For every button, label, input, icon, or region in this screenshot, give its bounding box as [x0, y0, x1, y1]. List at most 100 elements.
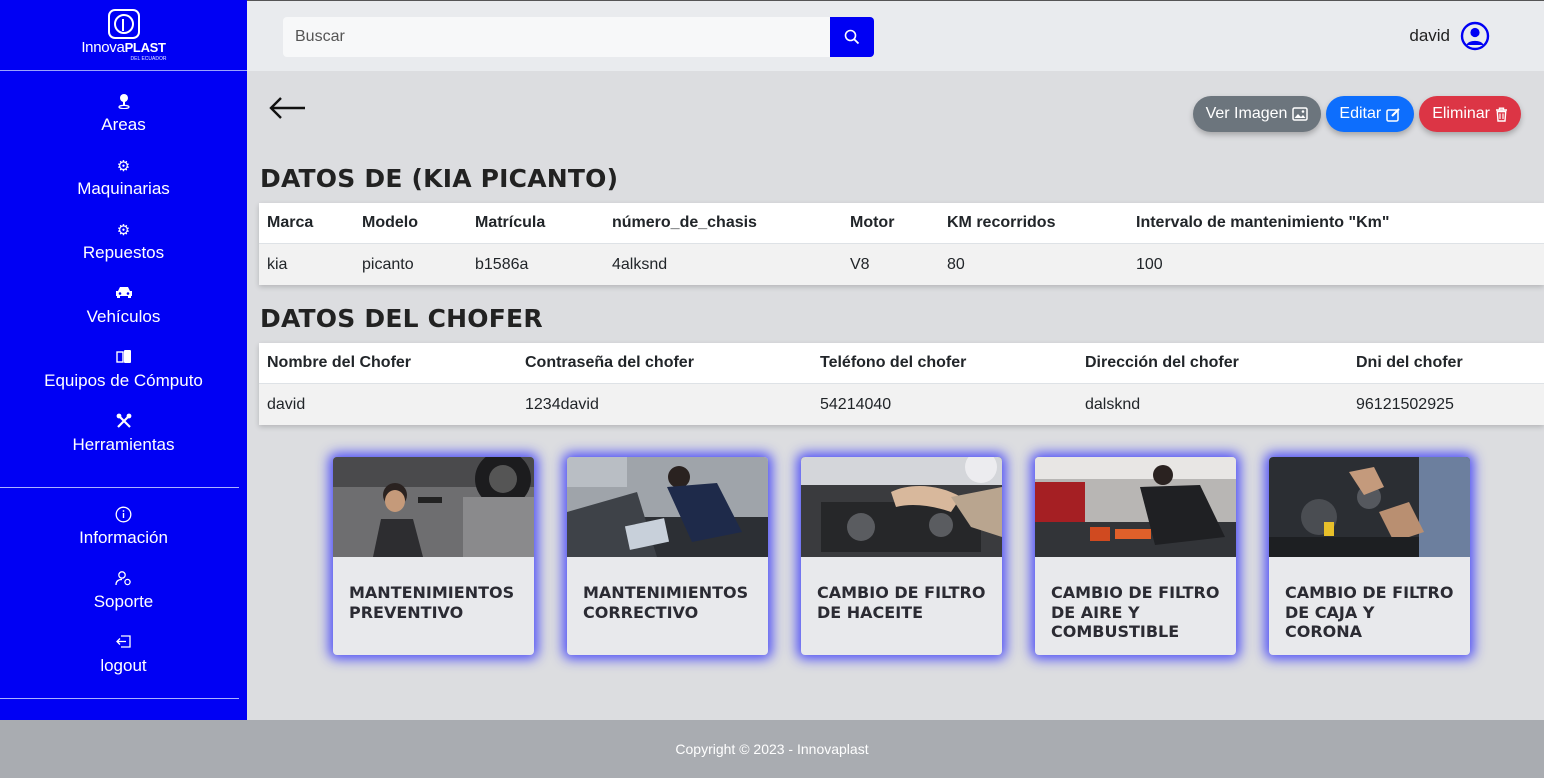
mechanic-engine-photo [1035, 457, 1236, 557]
devices-icon [115, 349, 132, 367]
card-title: CAMBIO DE FILTRO DE AIRE Y COMBUSTIBLE [1051, 583, 1220, 641]
sidebar-item-repuestos[interactable]: ⚙ Repuestos [0, 221, 247, 285]
gear-icon: ⚙ [116, 221, 131, 239]
table-header-row: Marca Modelo Matrícula número_de_chasis … [259, 203, 1544, 244]
copyright-text: Copyright © 2023 - Innovaplast [675, 741, 869, 757]
user-menu[interactable]: david [1409, 21, 1490, 51]
card-gearbox-filter-change[interactable]: CAMBIO DE FILTRO DE CAJA Y CORONA [1269, 457, 1470, 655]
brand-subtitle: DEL ECUADOR [130, 55, 167, 62]
table-header-row: Nombre del Chofer Contraseña del chofer … [259, 343, 1544, 384]
card-title: CAMBIO DE FILTRO DE HACEITE [817, 583, 986, 622]
user-name: david [1409, 26, 1450, 45]
table-cell: 1234david [525, 395, 599, 413]
sidebar-item-maquinarias[interactable]: ⚙ Maquinarias [0, 157, 247, 221]
delete-label: Eliminar [1432, 105, 1490, 122]
support-icon [115, 570, 132, 588]
back-button[interactable] [268, 93, 308, 123]
sidebar-item-label: Maquinarias [77, 179, 170, 198]
pin-icon [117, 93, 131, 111]
search-input[interactable] [283, 17, 830, 57]
table-cell: V8 [850, 255, 870, 273]
sidebar-item-label: Areas [101, 115, 146, 134]
search-button[interactable] [830, 17, 874, 57]
card-preventive-maintenance[interactable]: MANTENIMIENTOS PREVENTIVO [333, 457, 534, 655]
arrow-left-icon [269, 97, 305, 119]
sidebar-item-informacion[interactable]: Información [0, 506, 247, 570]
column-header: Intervalo de mantenimiento "Km" [1136, 214, 1390, 231]
car-icon [115, 285, 133, 303]
search-icon [844, 29, 860, 45]
mechanic-under-car-photo [333, 457, 534, 557]
table-cell: david [267, 395, 306, 413]
vehicle-section-title: DATOS DE (KIA PICANTO) [260, 164, 619, 193]
column-header: Dirección del chofer [1085, 354, 1239, 371]
table-cell: 80 [947, 255, 965, 273]
column-header: KM recorridos [947, 214, 1056, 231]
maintenance-cards: MANTENIMIENTOS PREVENTIVO MANTENIMIENTOS… [333, 457, 1470, 655]
logout-icon [115, 634, 132, 652]
column-header: número_de_chasis [612, 214, 757, 231]
info-icon [115, 506, 132, 524]
sidebar: InnovaPLAST DEL ECUADOR Areas ⚙ Maquinar… [0, 0, 247, 720]
search-bar [283, 17, 874, 57]
driver-section-title: DATOS DEL CHOFER [260, 304, 543, 333]
view-image-label: Ver Imagen [1205, 105, 1288, 122]
sidebar-divider [0, 698, 239, 699]
trash-icon [1496, 107, 1507, 122]
card-oil-filter-change[interactable]: CAMBIO DE FILTRO DE HACEITE [801, 457, 1002, 655]
table-cell: b1586a [475, 255, 529, 273]
topbar: david [247, 0, 1544, 71]
user-avatar-icon [1460, 21, 1490, 51]
action-buttons: Ver Imagen Editar Eliminar [1192, 96, 1521, 132]
sidebar-item-label: Herramientas [72, 435, 175, 454]
column-header: Motor [850, 214, 895, 231]
sidebar-item-logout[interactable]: logout [0, 634, 247, 698]
footer: Copyright © 2023 - Innovaplast [0, 720, 1544, 778]
table-cell: 54214040 [820, 395, 892, 413]
column-header: Teléfono del chofer [820, 354, 967, 371]
sidebar-item-label: Información [79, 528, 168, 547]
tools-icon [116, 413, 132, 431]
column-header: Matrícula [475, 214, 546, 231]
column-header: Contraseña del chofer [525, 354, 694, 371]
sidebar-item-equipos[interactable]: Equipos de Cómputo [0, 349, 247, 413]
card-title: MANTENIMIENTOS CORRECTIVO [583, 583, 749, 622]
engine-hands-closeup-photo [1269, 457, 1470, 557]
edit-button[interactable]: Editar [1326, 96, 1415, 132]
sidebar-item-label: Equipos de Cómputo [44, 371, 203, 390]
sidebar-item-areas[interactable]: Areas [0, 93, 247, 157]
table-cell: dalsknd [1085, 395, 1141, 413]
column-header: Nombre del Chofer [267, 354, 412, 371]
table-row: david 1234david 54214040 dalsknd 9612150… [259, 384, 1544, 425]
driver-table: Nombre del Chofer Contraseña del chofer … [259, 343, 1544, 425]
view-image-button[interactable]: Ver Imagen [1192, 96, 1322, 132]
sidebar-item-herramientas[interactable]: Herramientas [0, 413, 247, 477]
column-header: Dni del chofer [1356, 354, 1463, 371]
card-title: MANTENIMIENTOS PREVENTIVO [349, 583, 515, 622]
gear-icon: ⚙ [116, 157, 131, 175]
table-cell: kia [267, 255, 288, 273]
vehicle-table: Marca Modelo Matrícula número_de_chasis … [259, 203, 1544, 285]
mechanic-laptop-engine-photo [567, 457, 768, 557]
column-header: Marca [267, 214, 314, 231]
sidebar-divider [0, 487, 239, 488]
sidebar-item-label: Soporte [93, 592, 154, 611]
table-cell: picanto [362, 255, 414, 273]
table-cell: 4alksnd [612, 255, 668, 273]
edit-icon [1386, 107, 1400, 122]
brand-logo[interactable]: InnovaPLAST DEL ECUADOR [0, 0, 247, 71]
sidebar-item-soporte[interactable]: Soporte [0, 570, 247, 634]
sidebar-item-label: Vehículos [86, 307, 161, 326]
brand-name-light: Innova [81, 38, 125, 56]
card-air-fuel-filter-change[interactable]: CAMBIO DE FILTRO DE AIRE Y COMBUSTIBLE [1035, 457, 1236, 655]
table-cell: 100 [1136, 255, 1163, 273]
engine-hands-photo [801, 457, 1002, 557]
card-corrective-maintenance[interactable]: MANTENIMIENTOS CORRECTIVO [567, 457, 768, 655]
card-title: CAMBIO DE FILTRO DE CAJA Y CORONA [1285, 583, 1454, 641]
sidebar-item-label: logout [100, 656, 147, 675]
sidebar-nav: Areas ⚙ Maquinarias ⚙ Repuestos Vehículo… [0, 71, 247, 699]
sidebar-item-vehiculos[interactable]: Vehículos [0, 285, 247, 349]
table-row: kia picanto b1586a 4alksnd V8 80 100 [259, 244, 1544, 285]
delete-button[interactable]: Eliminar [1419, 96, 1521, 132]
table-cell: 96121502925 [1356, 395, 1454, 413]
